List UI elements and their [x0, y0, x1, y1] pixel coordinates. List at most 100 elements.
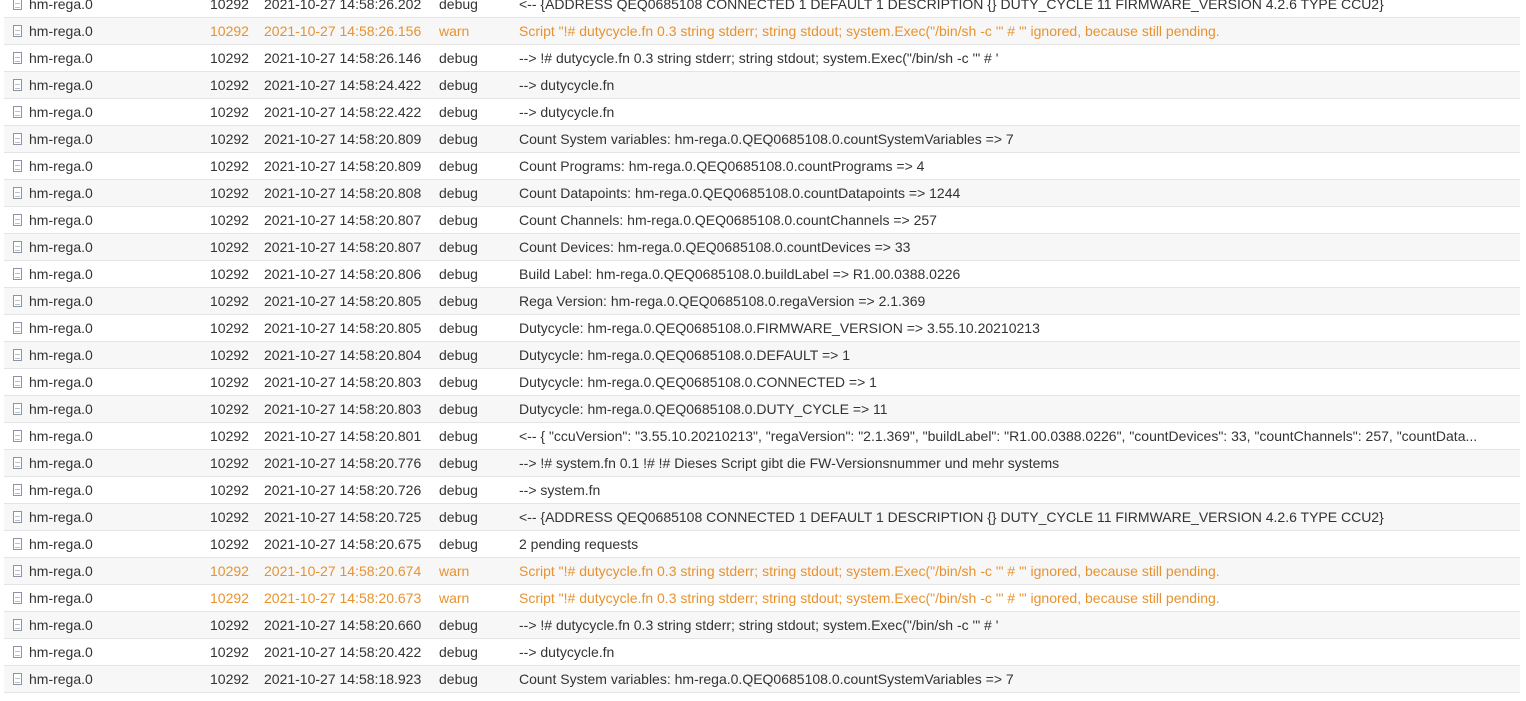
- log-source: hm-rega.0: [29, 239, 93, 255]
- file-icon: [8, 565, 26, 577]
- log-level: debug: [439, 158, 478, 174]
- log-row[interactable]: hm-rega.0 10292 2021-10-27 14:58:26.156 war…: [4, 18, 1520, 45]
- log-source: hm-rega.0: [29, 158, 93, 174]
- log-message: <-- {ADDRESS QEQ0685108 CONNECTED 1 DEFA…: [519, 0, 1384, 12]
- log-message: --> !# dutycycle.fn 0.3 string stderr; s…: [519, 50, 999, 66]
- log-row[interactable]: hm-rega.0 10292 2021-10-27 14:58:20.726 deb…: [4, 477, 1520, 504]
- log-message: Dutycycle: hm-rega.0.QEQ0685108.0.CONNEC…: [519, 374, 877, 390]
- log-time: 2021-10-27 14:58:20.804: [264, 347, 422, 363]
- log-message: Count System variables: hm-rega.0.QEQ068…: [519, 131, 1014, 147]
- log-source: hm-rega.0: [29, 536, 93, 552]
- log-level: debug: [439, 131, 478, 147]
- log-message: Count Channels: hm-rega.0.QEQ0685108.0.c…: [519, 212, 937, 228]
- log-pid: 10292: [210, 482, 249, 498]
- log-source: hm-rega.0: [29, 77, 93, 93]
- log-message: --> !# system.fn 0.1 !# !# Dieses Script…: [519, 455, 1060, 471]
- log-level: debug: [439, 644, 478, 660]
- log-time: 2021-10-27 14:58:20.725: [264, 509, 422, 525]
- log-row[interactable]: hm-rega.0 10292 2021-10-27 14:58:26.146 deb…: [4, 45, 1520, 72]
- log-time: 2021-10-27 14:58:20.422: [264, 644, 422, 660]
- file-icon: [8, 79, 26, 91]
- log-row[interactable]: hm-rega.0 10292 2021-10-27 14:58:18.923 deb…: [4, 666, 1520, 693]
- log-row[interactable]: hm-rega.0 10292 2021-10-27 14:58:20.808 deb…: [4, 180, 1520, 207]
- log-pid: 10292: [210, 563, 249, 579]
- log-message: Rega Version: hm-rega.0.QEQ0685108.0.reg…: [519, 293, 926, 309]
- log-table: hm-rega.0 10292 2021-10-27 14:58:26.202 deb…: [4, 0, 1520, 693]
- log-message: Dutycycle: hm-rega.0.QEQ0685108.0.FIRMWA…: [519, 320, 1040, 336]
- file-icon: [8, 349, 26, 361]
- file-icon: [8, 592, 26, 604]
- log-row[interactable]: hm-rega.0 10292 2021-10-27 14:58:20.809 deb…: [4, 153, 1520, 180]
- log-level: debug: [439, 401, 478, 417]
- log-row[interactable]: hm-rega.0 10292 2021-10-27 14:58:20.803 deb…: [4, 396, 1520, 423]
- log-row[interactable]: hm-rega.0 10292 2021-10-27 14:58:20.673 war…: [4, 585, 1520, 612]
- log-source: hm-rega.0: [29, 455, 93, 471]
- file-icon: [8, 646, 26, 658]
- log-row[interactable]: hm-rega.0 10292 2021-10-27 14:58:20.660 deb…: [4, 612, 1520, 639]
- log-level: warn: [439, 563, 470, 579]
- log-message: Script "!# dutycycle.fn 0.3 string stder…: [519, 563, 1220, 579]
- log-message: Count Programs: hm-rega.0.QEQ0685108.0.c…: [519, 158, 925, 174]
- log-time: 2021-10-27 14:58:18.923: [264, 671, 422, 687]
- file-icon: [8, 511, 26, 523]
- file-icon: [8, 214, 26, 226]
- log-row[interactable]: hm-rega.0 10292 2021-10-27 14:58:20.807 deb…: [4, 234, 1520, 261]
- log-time: 2021-10-27 14:58:20.673: [264, 590, 422, 606]
- log-row[interactable]: hm-rega.0 10292 2021-10-27 14:58:20.801 deb…: [4, 423, 1520, 450]
- log-row[interactable]: hm-rega.0 10292 2021-10-27 14:58:20.675 deb…: [4, 531, 1520, 558]
- log-row[interactable]: hm-rega.0 10292 2021-10-27 14:58:20.804 deb…: [4, 342, 1520, 369]
- log-row[interactable]: hm-rega.0 10292 2021-10-27 14:58:20.806 deb…: [4, 261, 1520, 288]
- log-time: 2021-10-27 14:58:20.809: [264, 131, 422, 147]
- log-row[interactable]: hm-rega.0 10292 2021-10-27 14:58:20.805 deb…: [4, 315, 1520, 342]
- log-level: debug: [439, 347, 478, 363]
- log-pid: 10292: [210, 428, 249, 444]
- log-level: debug: [439, 77, 478, 93]
- log-message: Count Datapoints: hm-rega.0.QEQ0685108.0…: [519, 185, 961, 201]
- log-row[interactable]: hm-rega.0 10292 2021-10-27 14:58:24.422 deb…: [4, 72, 1520, 99]
- log-pid: 10292: [210, 131, 249, 147]
- log-pid: 10292: [210, 347, 249, 363]
- log-message: Count System variables: hm-rega.0.QEQ068…: [519, 671, 1014, 687]
- log-source: hm-rega.0: [29, 428, 93, 444]
- log-level: debug: [439, 482, 478, 498]
- log-time: 2021-10-27 14:58:26.202: [264, 0, 422, 12]
- log-message: Dutycycle: hm-rega.0.QEQ0685108.0.DUTY_C…: [519, 401, 888, 417]
- log-row[interactable]: hm-rega.0 10292 2021-10-27 14:58:22.422 deb…: [4, 99, 1520, 126]
- log-time: 2021-10-27 14:58:20.805: [264, 320, 422, 336]
- log-level: debug: [439, 185, 478, 201]
- file-icon: [8, 484, 26, 496]
- log-time: 2021-10-27 14:58:22.422: [264, 104, 422, 120]
- log-row[interactable]: hm-rega.0 10292 2021-10-27 14:58:20.725 deb…: [4, 504, 1520, 531]
- log-row[interactable]: hm-rega.0 10292 2021-10-27 14:58:20.809 deb…: [4, 126, 1520, 153]
- log-row[interactable]: hm-rega.0 10292 2021-10-27 14:58:26.202 deb…: [4, 0, 1520, 18]
- log-message: --> !# dutycycle.fn 0.3 string stderr; s…: [519, 617, 999, 633]
- log-time: 2021-10-27 14:58:26.156: [264, 23, 422, 39]
- log-time: 2021-10-27 14:58:20.675: [264, 536, 422, 552]
- log-time: 2021-10-27 14:58:20.801: [264, 428, 422, 444]
- log-pid: 10292: [210, 293, 249, 309]
- file-icon: [8, 187, 26, 199]
- log-time: 2021-10-27 14:58:20.807: [264, 239, 422, 255]
- log-source: hm-rega.0: [29, 374, 93, 390]
- log-level: debug: [439, 50, 478, 66]
- log-message: --> dutycycle.fn: [519, 104, 615, 120]
- log-row[interactable]: hm-rega.0 10292 2021-10-27 14:58:20.674 war…: [4, 558, 1520, 585]
- file-icon: [8, 619, 26, 631]
- log-message: Build Label: hm-rega.0.QEQ0685108.0.buil…: [519, 266, 961, 282]
- log-pid: 10292: [210, 0, 249, 12]
- log-row[interactable]: hm-rega.0 10292 2021-10-27 14:58:20.776 deb…: [4, 450, 1520, 477]
- log-row[interactable]: hm-rega.0 10292 2021-10-27 14:58:20.803 deb…: [4, 369, 1520, 396]
- log-pid: 10292: [210, 320, 249, 336]
- log-level: debug: [439, 671, 478, 687]
- log-source: hm-rega.0: [29, 266, 93, 282]
- scrollbar[interactable]: [1520, 0, 1526, 701]
- log-row[interactable]: hm-rega.0 10292 2021-10-27 14:58:20.807 deb…: [4, 207, 1520, 234]
- file-icon: [8, 160, 26, 172]
- log-message: Script "!# dutycycle.fn 0.3 string stder…: [519, 23, 1220, 39]
- log-level: debug: [439, 212, 478, 228]
- log-row[interactable]: hm-rega.0 10292 2021-10-27 14:58:20.805 deb…: [4, 288, 1520, 315]
- log-message: --> dutycycle.fn: [519, 644, 615, 660]
- file-icon: [8, 403, 26, 415]
- log-message: <-- { "ccuVersion": "3.55.10.20210213", …: [519, 428, 1478, 444]
- log-row[interactable]: hm-rega.0 10292 2021-10-27 14:58:20.422 deb…: [4, 639, 1520, 666]
